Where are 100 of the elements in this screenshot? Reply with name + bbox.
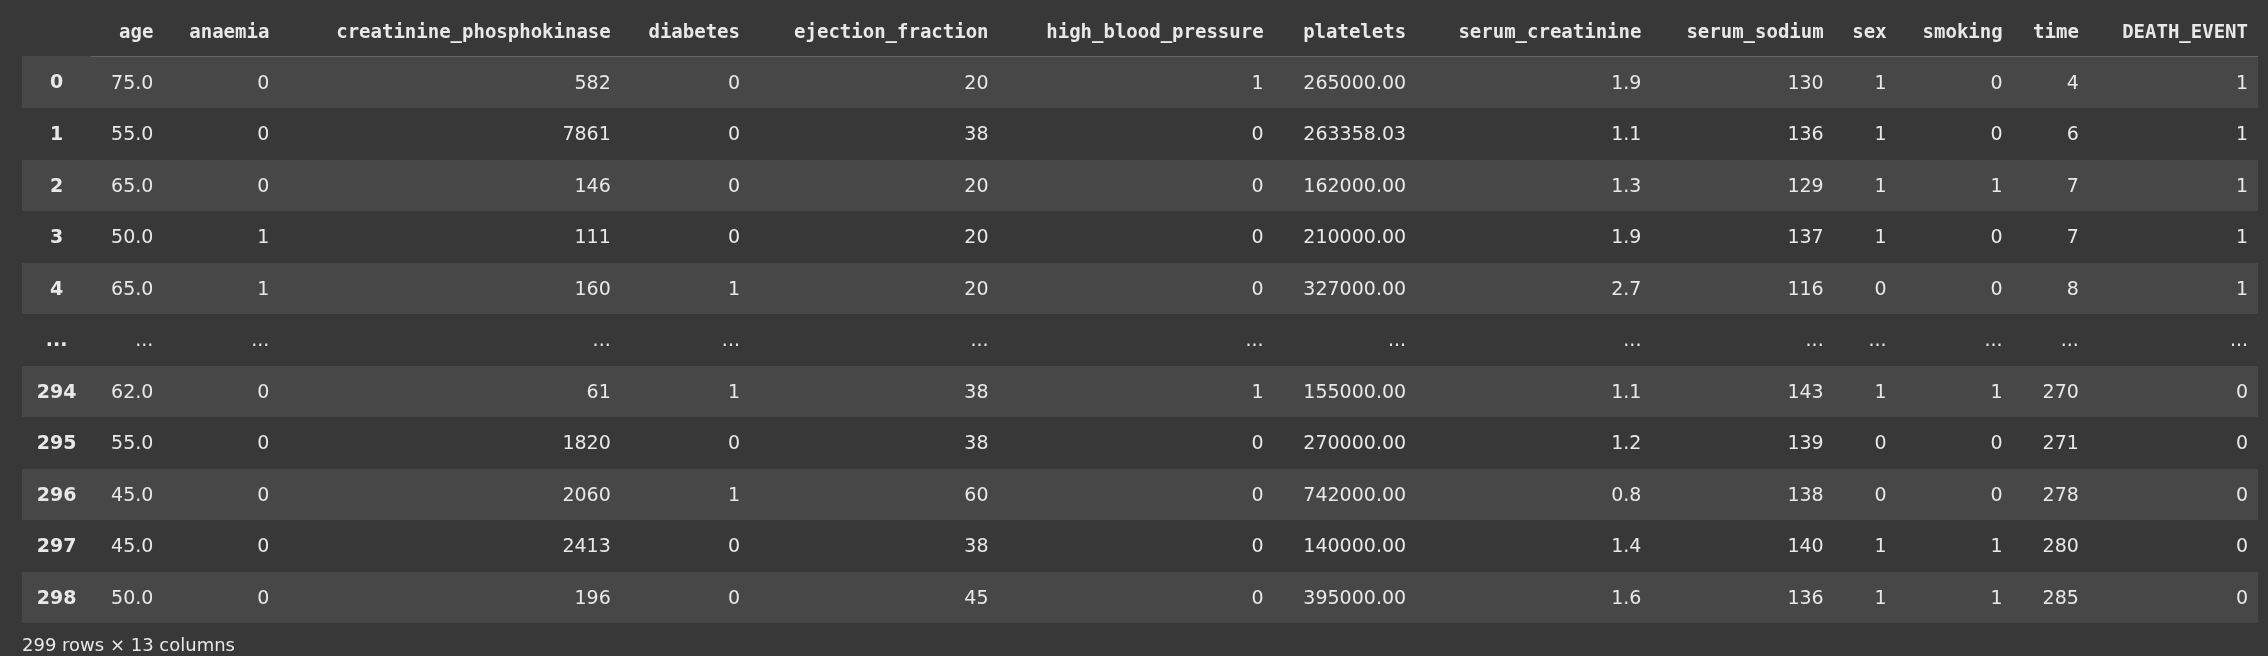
- table-cell: 20: [749, 159, 999, 211]
- row-index: 1: [22, 108, 92, 160]
- table-cell: 50.0: [91, 571, 164, 623]
- row-index: 0: [22, 56, 92, 108]
- table-cell: 1: [620, 365, 750, 417]
- table-cell: 0: [1833, 468, 1897, 520]
- table-cell: ...: [2088, 314, 2258, 366]
- table-cell: 55.0: [91, 108, 164, 160]
- table-cell: 1: [2088, 108, 2258, 160]
- column-header: ejection_fraction: [749, 6, 999, 56]
- table-cell: 137: [1651, 211, 1834, 263]
- table-cell: 55.0: [91, 417, 164, 469]
- table-cell: ...: [749, 314, 999, 366]
- table-cell: 155000.00: [1273, 365, 1417, 417]
- table-cell: 1: [2088, 262, 2258, 314]
- table-cell: 136: [1651, 571, 1834, 623]
- table-cell: 7861: [279, 108, 621, 160]
- table-cell: 20: [749, 262, 999, 314]
- table-cell: 1820: [279, 417, 621, 469]
- table-cell: 0: [2088, 365, 2258, 417]
- table-cell: 0: [998, 571, 1274, 623]
- table-cell: 0: [163, 571, 280, 623]
- table-cell: 111: [279, 211, 621, 263]
- table-cell: 160: [279, 262, 621, 314]
- table-cell: 1.3: [1416, 159, 1652, 211]
- table-cell: 45.0: [91, 468, 164, 520]
- table-cell: 0: [620, 211, 750, 263]
- table-cell: 0: [163, 159, 280, 211]
- table-cell: 0: [998, 108, 1274, 160]
- table-cell: 1: [1833, 571, 1897, 623]
- table-cell: 0: [163, 468, 280, 520]
- table-cell: ...: [91, 314, 164, 366]
- table-cell: 138: [1651, 468, 1834, 520]
- table-cell: 1: [1896, 159, 2013, 211]
- table-cell: 0: [2088, 571, 2258, 623]
- table-cell: 1.1: [1416, 365, 1652, 417]
- table-cell: 0: [620, 159, 750, 211]
- table-cell: ...: [1651, 314, 1834, 366]
- table-cell: 0: [2088, 417, 2258, 469]
- table-cell: 65.0: [91, 159, 164, 211]
- table-cell: 1: [163, 211, 280, 263]
- table-cell: 280: [2012, 520, 2089, 572]
- column-header: platelets: [1273, 6, 1417, 56]
- column-header: age: [91, 6, 164, 56]
- table-cell: 0: [998, 211, 1274, 263]
- table-cell: 20: [749, 56, 999, 108]
- table-cell: 116: [1651, 262, 1834, 314]
- table-cell: 0: [1833, 417, 1897, 469]
- table-cell: ...: [1416, 314, 1652, 366]
- table-cell: 270: [2012, 365, 2089, 417]
- table-cell: ...: [998, 314, 1274, 366]
- table-cell: 271: [2012, 417, 2089, 469]
- column-header: high_blood_pressure: [998, 6, 1274, 56]
- table-cell: 0: [998, 417, 1274, 469]
- table-cell: 61: [279, 365, 621, 417]
- table-cell: 1.9: [1416, 56, 1652, 108]
- table-cell: 1.2: [1416, 417, 1652, 469]
- table-cell: 0: [2088, 520, 2258, 572]
- table-cell: 278: [2012, 468, 2089, 520]
- table-cell: 1: [1896, 365, 2013, 417]
- table-cell: 7: [2012, 159, 2089, 211]
- table-cell: ...: [1833, 314, 1897, 366]
- table-cell: ...: [279, 314, 621, 366]
- table-cell: 0: [2088, 468, 2258, 520]
- table-cell: 1: [2088, 56, 2258, 108]
- table-cell: 1: [1833, 108, 1897, 160]
- table-cell: 136: [1651, 108, 1834, 160]
- row-index: ...: [22, 314, 92, 366]
- table-cell: ...: [620, 314, 750, 366]
- column-header: sex: [1833, 6, 1897, 56]
- column-header: serum_sodium: [1651, 6, 1834, 56]
- row-index: 294: [22, 365, 92, 417]
- row-index: 298: [22, 571, 92, 623]
- table-cell: 65.0: [91, 262, 164, 314]
- column-header: smoking: [1896, 6, 2013, 56]
- table-cell: 1: [2088, 159, 2258, 211]
- table-cell: 1: [2088, 211, 2258, 263]
- table-cell: 0: [1896, 262, 2013, 314]
- table-cell: 62.0: [91, 365, 164, 417]
- column-header: creatinine_phosphokinase: [279, 6, 621, 56]
- table-cell: 7: [2012, 211, 2089, 263]
- table-cell: 1: [1833, 211, 1897, 263]
- table-cell: 0: [620, 520, 750, 572]
- table-cell: 270000.00: [1273, 417, 1417, 469]
- table-cell: 1: [1833, 159, 1897, 211]
- table-cell: 0: [1896, 108, 2013, 160]
- table-cell: 60: [749, 468, 999, 520]
- column-header: anaemia: [163, 6, 280, 56]
- table-cell: 1: [1833, 520, 1897, 572]
- column-header: serum_creatinine: [1416, 6, 1652, 56]
- table-cell: 140: [1651, 520, 1834, 572]
- table-cell: 38: [749, 365, 999, 417]
- table-cell: 1: [620, 262, 750, 314]
- table-cell: 0: [163, 417, 280, 469]
- table-cell: 1: [998, 56, 1274, 108]
- table-cell: 1: [1833, 365, 1897, 417]
- table-cell: ...: [1273, 314, 1417, 366]
- table-cell: 0: [998, 468, 1274, 520]
- table-cell: 1: [1896, 520, 2013, 572]
- table-cell: 162000.00: [1273, 159, 1417, 211]
